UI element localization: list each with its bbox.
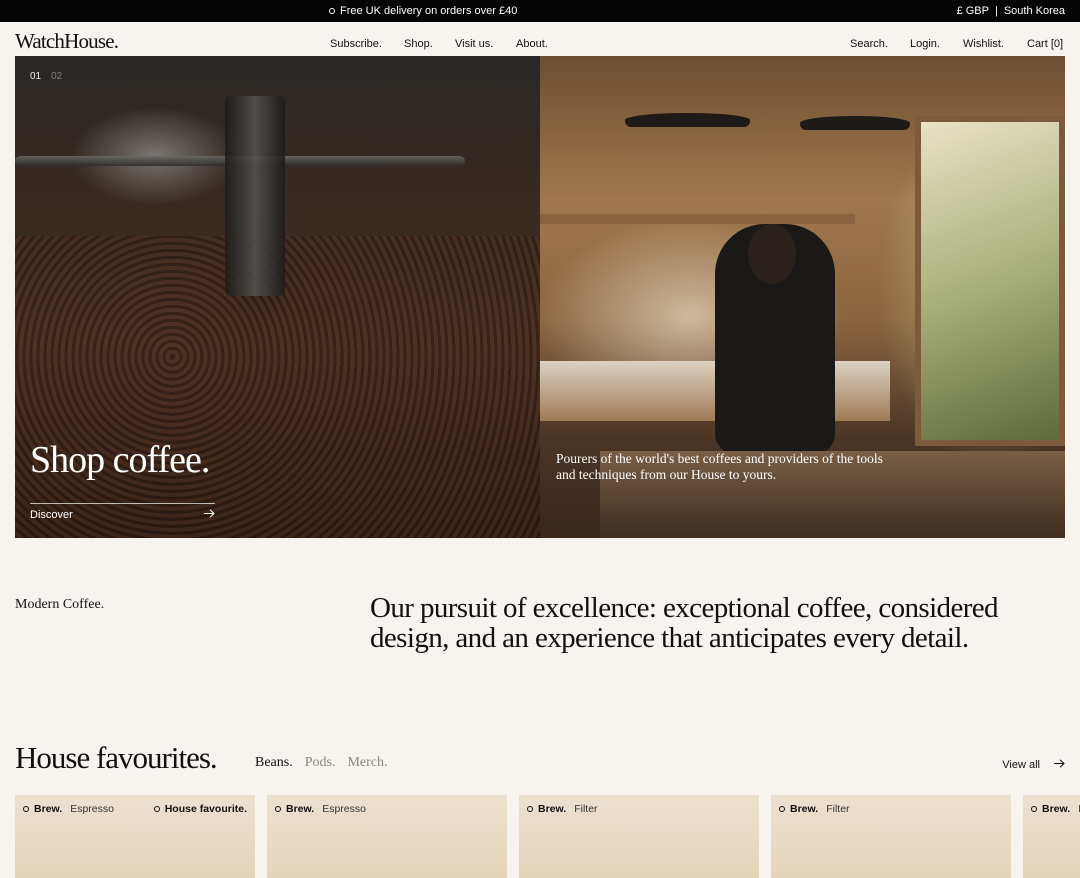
view-all-label: View all: [1002, 759, 1040, 771]
hero-title: Shop coffee.: [30, 439, 210, 481]
circle-icon: [527, 806, 533, 812]
card-category: Espresso: [70, 803, 114, 815]
nav-link-visit-us[interactable]: Visit us.: [455, 38, 493, 50]
circle-icon: [329, 8, 335, 14]
card-tag-label: Brew.: [790, 803, 819, 815]
announcement-bar: Free UK delivery on orders over £40 £ GB…: [0, 0, 1080, 22]
roaster-spindle: [225, 96, 285, 296]
discover-link[interactable]: Discover: [30, 509, 215, 521]
site-logo[interactable]: WatchHouse.: [15, 29, 119, 54]
nav-link-subscribe[interactable]: Subscribe.: [330, 38, 382, 50]
circle-icon: [23, 806, 29, 812]
pager-item-active[interactable]: 01: [30, 71, 41, 82]
circle-icon: [275, 806, 281, 812]
discover-label: Discover: [30, 509, 73, 521]
card-tag: Brew. Espresso: [275, 803, 366, 815]
circle-icon: [779, 806, 785, 812]
circle-icon: [153, 806, 160, 812]
pager-item[interactable]: 02: [51, 71, 62, 82]
card-tag: Brew. Filter: [779, 803, 850, 815]
pendant-lamp: [625, 113, 750, 127]
promo-message: Free UK delivery on orders over £40: [329, 5, 517, 17]
card-category: Filter: [826, 803, 850, 815]
nav-link-login[interactable]: Login.: [910, 38, 940, 50]
carousel-pager: 01 02: [30, 71, 62, 82]
hero-carousel: 01 02 Shop coffee. Discover Pourers of t…: [15, 56, 1065, 538]
arrow-right-icon: [1054, 759, 1065, 771]
nav-link-shop[interactable]: Shop.: [404, 38, 433, 50]
nav-link-search[interactable]: Search.: [850, 38, 888, 50]
product-card[interactable]: Brew. Espresso: [267, 795, 507, 878]
hero-image-kitchen[interactable]: Pourers of the world's best coffees and …: [540, 56, 1065, 538]
pendant-lamp: [800, 116, 910, 130]
card-tag-label: Brew.: [538, 803, 567, 815]
promo-text: Free UK delivery on orders over £40: [340, 5, 518, 17]
country-label[interactable]: South Korea: [1004, 5, 1065, 17]
section-label: Modern Coffee.: [15, 597, 105, 612]
card-tag-label: Brew.: [1042, 803, 1071, 815]
card-tag: Brew. Filter: [527, 803, 598, 815]
circle-icon: [1031, 806, 1037, 812]
favourites-title: House favourites.: [15, 740, 218, 775]
nav-link-wishlist[interactable]: Wishlist.: [963, 38, 1004, 50]
tab-beans[interactable]: Beans.: [255, 755, 293, 771]
kitchen-shelf: [540, 214, 855, 224]
card-category: Espresso: [322, 803, 366, 815]
hero-image-coffee-roaster[interactable]: 01 02 Shop coffee. Discover: [15, 56, 540, 538]
currency-label[interactable]: £ GBP: [957, 5, 989, 17]
product-card[interactable]: Brew. F: [1023, 795, 1080, 878]
product-card[interactable]: Brew. Espresso House favourite.: [15, 795, 255, 878]
card-category: Filter: [574, 803, 598, 815]
intro-statement: Our pursuit of excellence: exceptional c…: [370, 592, 999, 654]
card-tag: Brew. Espresso: [23, 803, 114, 815]
badge-label: House favourite.: [164, 803, 247, 815]
barista-head: [748, 224, 796, 284]
tab-pods[interactable]: Pods.: [305, 755, 336, 771]
nav-link-cart[interactable]: Cart [0]: [1027, 38, 1063, 50]
locale-separator: |: [994, 5, 998, 17]
favourites-tabs: Beans. Pods. Merch.: [255, 755, 388, 771]
main-nav: WatchHouse. Subscribe. Shop. Visit us. A…: [0, 22, 1080, 56]
product-card[interactable]: Brew. Filter: [771, 795, 1011, 878]
arrow-right-icon: [204, 509, 215, 521]
view-all-link[interactable]: View all: [1002, 759, 1065, 771]
card-tag: Brew. F: [1031, 803, 1080, 815]
kitchen-window: [915, 116, 1065, 446]
nav-link-about[interactable]: About.: [516, 38, 548, 50]
locale-selector[interactable]: £ GBP | South Korea: [957, 5, 1065, 17]
cta-divider: [30, 503, 215, 504]
card-tag-label: Brew.: [286, 803, 315, 815]
product-card[interactable]: Brew. Filter: [519, 795, 759, 878]
tab-merch[interactable]: Merch.: [347, 755, 387, 771]
hero-caption: Pourers of the world's best coffees and …: [556, 451, 883, 482]
card-tag-label: Brew.: [34, 803, 63, 815]
house-favourite-badge: House favourite.: [153, 803, 247, 815]
